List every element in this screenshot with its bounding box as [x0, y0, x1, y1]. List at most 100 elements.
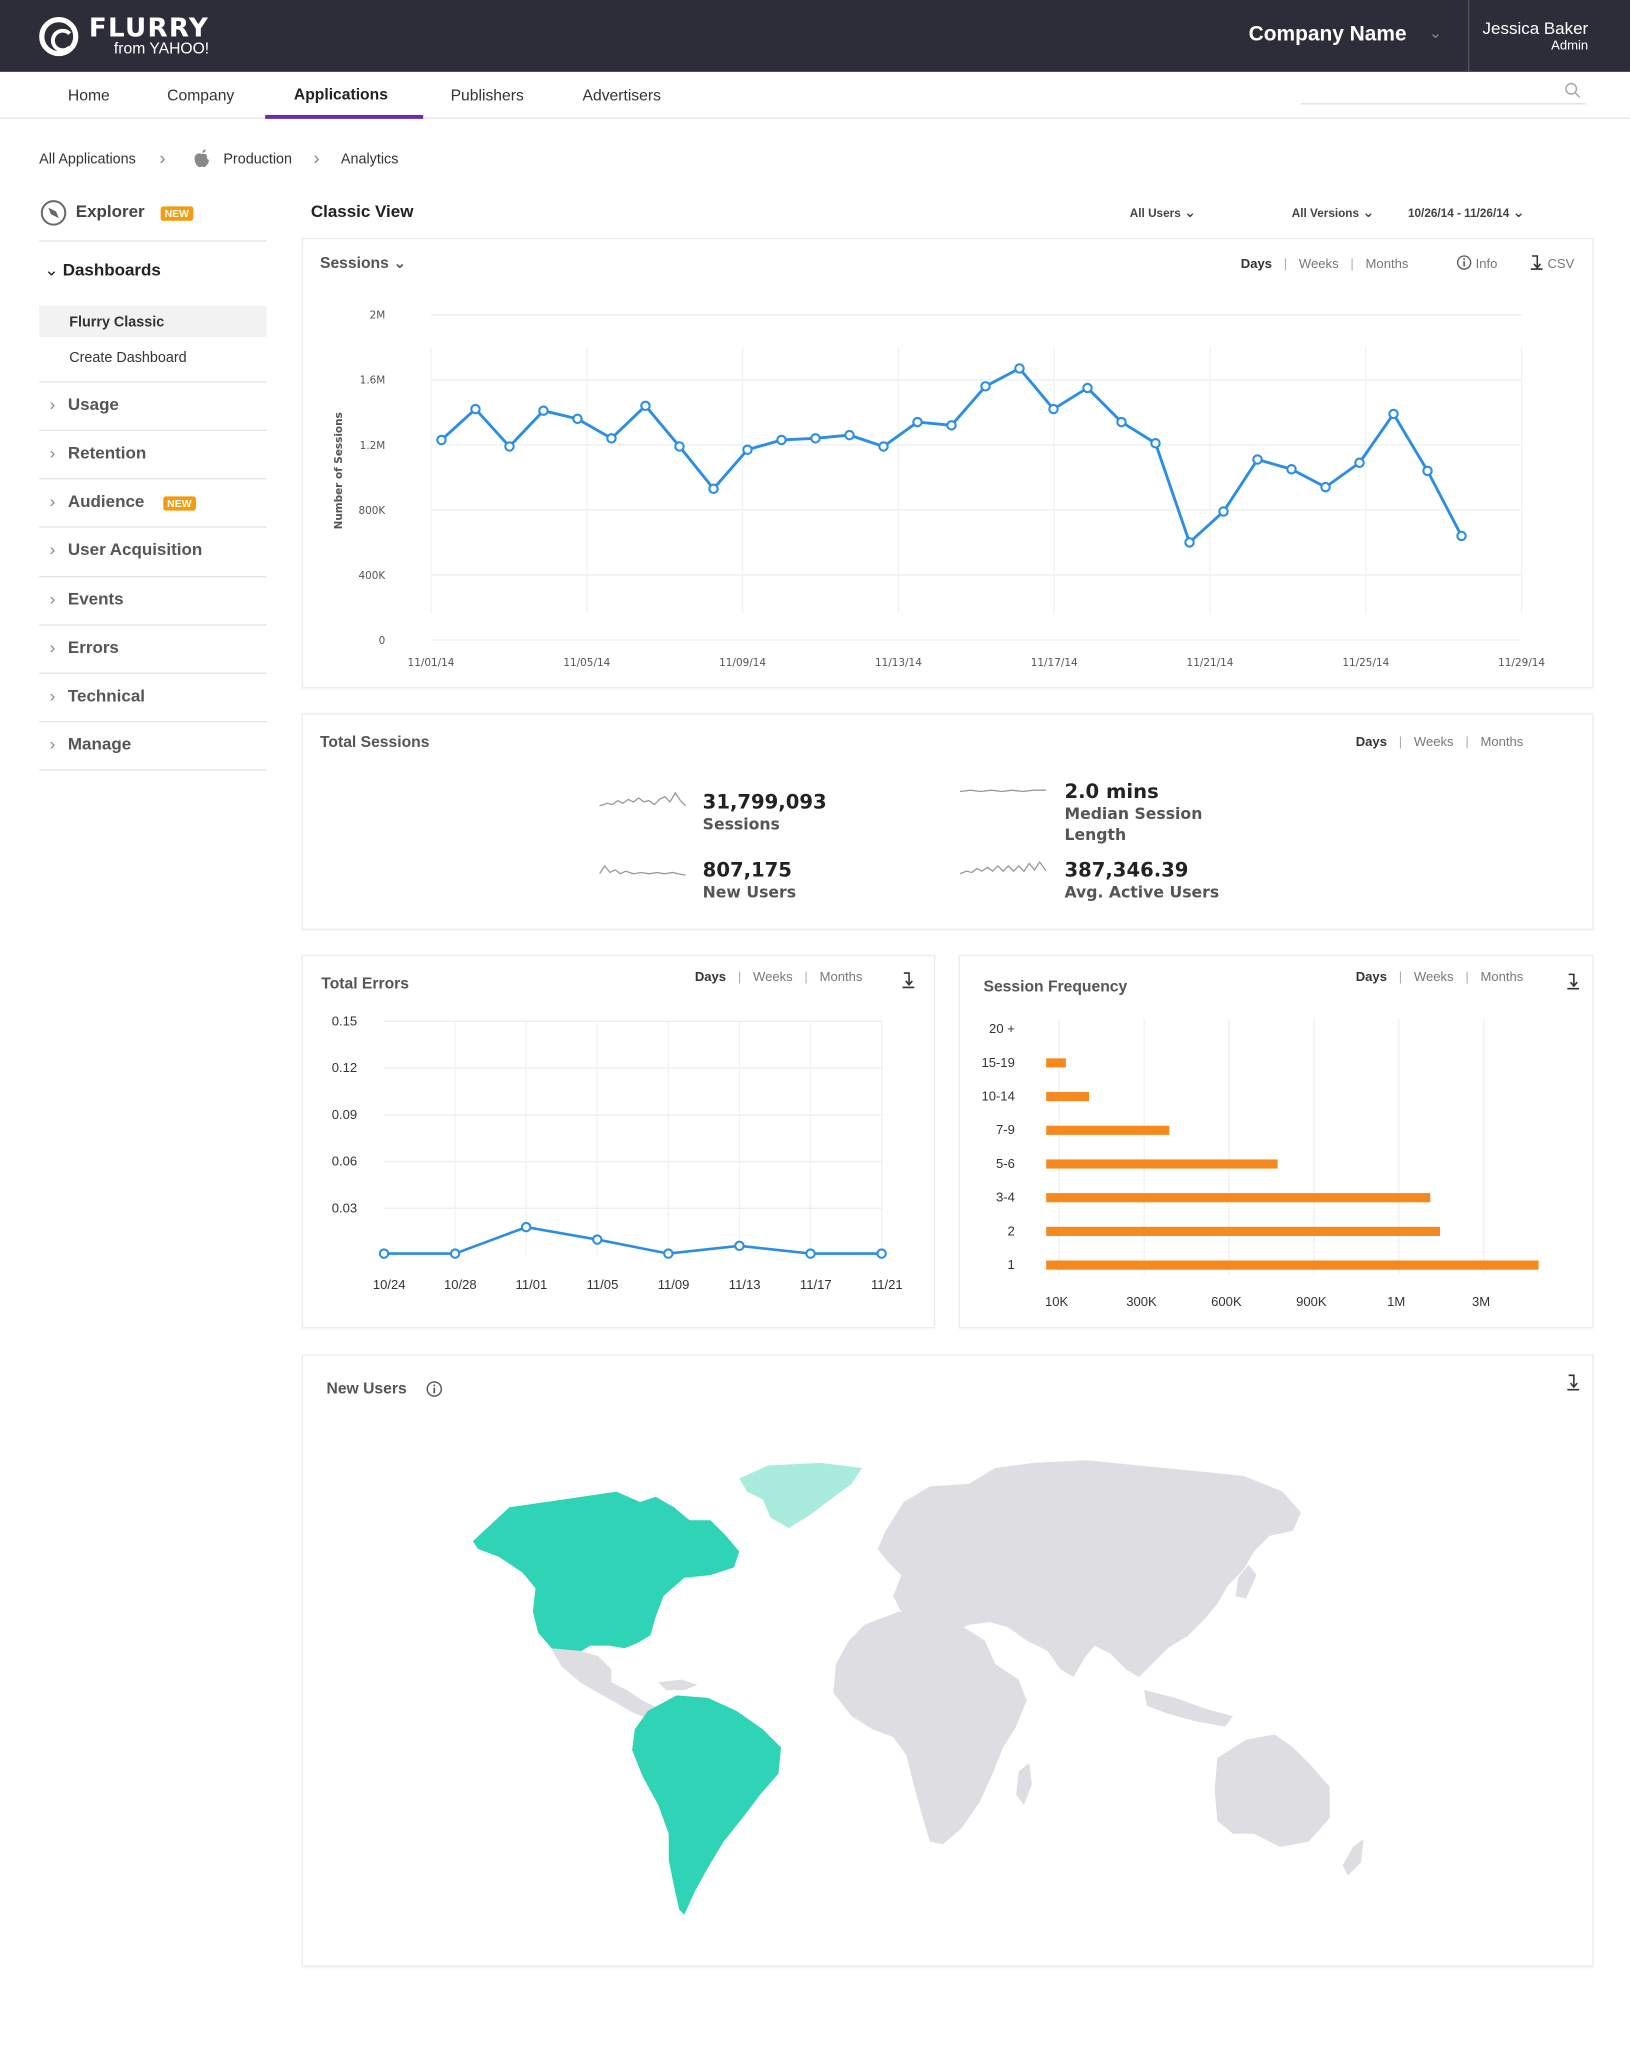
- y-tick-label: 5-6: [996, 1156, 1015, 1171]
- data-point[interactable]: [1184, 537, 1195, 548]
- frequency-bar[interactable]: [1046, 1058, 1066, 1068]
- data-point[interactable]: [640, 400, 651, 412]
- new-users-panel: New Users: [301, 1354, 1594, 1967]
- data-point[interactable]: [1388, 408, 1399, 420]
- errors-line: [383, 1225, 882, 1255]
- chevron-down-icon: ⌄: [1362, 205, 1375, 221]
- data-point[interactable]: [1014, 363, 1025, 374]
- data-point[interactable]: [378, 1248, 390, 1259]
- search-icon[interactable]: [1565, 82, 1581, 98]
- frequency-bar[interactable]: [1046, 1125, 1170, 1135]
- sidebar-create-dashboard[interactable]: Create Dashboard: [69, 350, 186, 366]
- data-point[interactable]: [504, 441, 515, 452]
- map-region-africa[interactable]: [833, 1611, 1027, 1845]
- data-point[interactable]: [1456, 530, 1467, 542]
- data-point[interactable]: [742, 444, 753, 455]
- y-tick-label: 1: [1008, 1257, 1015, 1272]
- map-region-south-america[interactable]: [632, 1695, 782, 1915]
- map-region-new-zealand[interactable]: [1342, 1838, 1364, 1876]
- data-point[interactable]: [606, 433, 617, 444]
- x-tick-label: 11/13: [729, 1277, 761, 1292]
- breadcrumb-all-apps[interactable]: All Applications: [39, 152, 136, 168]
- user-menu[interactable]: Jessica Baker Admin: [1468, 0, 1630, 72]
- sessions-panel: Sessions ⌄ Days | Weeks | Months Info CSV 04…: [301, 237, 1594, 689]
- y-tick-label: 0.03: [332, 1200, 357, 1215]
- sidebar-item-events[interactable]: › Events: [50, 589, 124, 609]
- data-point[interactable]: [1048, 403, 1059, 415]
- map-region-greenland[interactable]: [739, 1462, 863, 1529]
- sidebar-dashboards[interactable]: ⌄ Dashboards: [44, 260, 160, 281]
- data-point[interactable]: [1218, 506, 1229, 517]
- data-point[interactable]: [946, 420, 957, 431]
- search-input[interactable]: [1300, 103, 1586, 105]
- sidebar-item-audience[interactable]: › Audience: [50, 491, 145, 511]
- nav-applications[interactable]: Applications: [294, 85, 388, 103]
- nav-advertisers[interactable]: Advertisers: [583, 86, 661, 104]
- toggle-weeks[interactable]: Weeks: [1414, 735, 1454, 749]
- versions-filter[interactable]: All Versions ⌄: [1292, 204, 1375, 221]
- sidebar-item-usage[interactable]: › Usage: [50, 394, 119, 414]
- frequency-bar[interactable]: [1046, 1226, 1441, 1236]
- sidebar-item-technical[interactable]: › Technical: [50, 686, 145, 706]
- data-point[interactable]: [1422, 465, 1433, 477]
- sidebar-item-manage[interactable]: › Manage: [50, 734, 132, 754]
- chevron-right-icon: ›: [49, 442, 56, 463]
- frequency-bar[interactable]: [1046, 1159, 1278, 1169]
- sidebar-item-retention[interactable]: › Retention: [50, 443, 147, 463]
- breadcrumb-production[interactable]: Production: [223, 152, 292, 168]
- data-point[interactable]: [876, 1248, 887, 1259]
- chevron-down-icon[interactable]: ⌄: [1429, 24, 1442, 42]
- data-point[interactable]: [572, 413, 583, 425]
- data-point[interactable]: [844, 429, 855, 441]
- data-point[interactable]: [805, 1248, 816, 1259]
- frequency-bar[interactable]: [1046, 1193, 1431, 1203]
- nav-publishers[interactable]: Publishers: [451, 86, 524, 104]
- map-region-north-america[interactable]: [472, 1491, 740, 1662]
- data-point[interactable]: [1286, 464, 1297, 475]
- data-point[interactable]: [538, 405, 549, 416]
- data-point[interactable]: [708, 483, 719, 494]
- nav-home[interactable]: Home: [68, 86, 110, 104]
- sidebar-item-errors[interactable]: › Errors: [50, 637, 119, 657]
- toggle-days[interactable]: Days: [1356, 735, 1387, 749]
- data-point[interactable]: [520, 1221, 532, 1233]
- map-region-indonesia[interactable]: [1144, 1690, 1233, 1727]
- x-tick-label: 11/01/14: [408, 657, 455, 669]
- data-point[interactable]: [674, 441, 685, 452]
- data-point[interactable]: [592, 1234, 603, 1245]
- x-tick-label: 11/21: [871, 1277, 903, 1292]
- chevron-down-icon: ⌄: [1512, 205, 1525, 221]
- data-point[interactable]: [1252, 454, 1263, 465]
- toggle-months[interactable]: Months: [1480, 735, 1523, 749]
- data-point[interactable]: [776, 434, 787, 446]
- map-region-caribbean[interactable]: [658, 1679, 698, 1691]
- sidebar-item-user-acquisition[interactable]: › User Acquisition: [50, 539, 203, 559]
- users-filter[interactable]: All Users ⌄: [1130, 204, 1196, 221]
- nav-company[interactable]: Company: [167, 86, 234, 104]
- map-region-australia[interactable]: [1214, 1734, 1330, 1847]
- map-region-central-america[interactable]: [551, 1648, 659, 1719]
- frequency-bar[interactable]: [1046, 1260, 1539, 1270]
- data-point[interactable]: [1082, 382, 1093, 394]
- breadcrumb-analytics: Analytics: [340, 151, 399, 168]
- flurry-logo[interactable]: FLURRY from YAHOO!: [39, 14, 209, 57]
- data-point[interactable]: [1320, 481, 1331, 493]
- data-point[interactable]: [470, 403, 481, 415]
- data-point[interactable]: [912, 416, 923, 428]
- map-region-madagascar[interactable]: [1016, 1763, 1032, 1806]
- sidebar-flurry-classic[interactable]: Flurry Classic: [69, 315, 164, 331]
- data-point[interactable]: [1150, 438, 1161, 449]
- data-point[interactable]: [1354, 457, 1365, 468]
- frequency-bar[interactable]: [1046, 1092, 1090, 1102]
- data-point[interactable]: [436, 434, 447, 446]
- date-range-picker[interactable]: 10/26/14 - 11/26/14 ⌄: [1408, 204, 1525, 221]
- sidebar-item-label: Events: [67, 589, 124, 609]
- data-point[interactable]: [449, 1248, 461, 1259]
- company-selector[interactable]: Company Name: [1249, 24, 1407, 48]
- data-point[interactable]: [1116, 416, 1127, 428]
- data-point[interactable]: [878, 441, 889, 452]
- data-point[interactable]: [810, 433, 821, 444]
- data-point[interactable]: [980, 381, 991, 392]
- data-point[interactable]: [663, 1248, 674, 1259]
- data-point[interactable]: [734, 1240, 745, 1252]
